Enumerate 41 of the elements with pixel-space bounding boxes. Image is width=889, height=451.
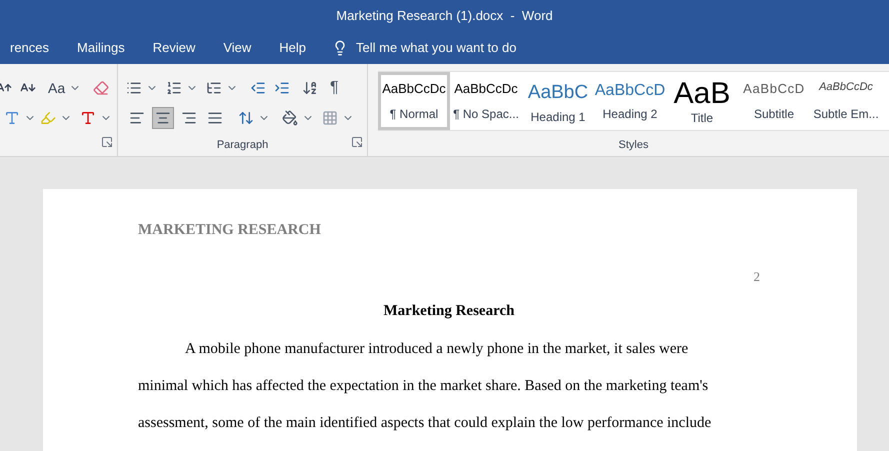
font-color-icon[interactable] (80, 110, 96, 126)
ribbon-tab[interactable]: Review (138, 32, 210, 64)
align-icon (207, 110, 223, 126)
ribbon-tab[interactable]: Mailings (63, 32, 139, 64)
body-paragraph: A mobile phone manufacturer introduced a newly phone in the market, it sales were minimal which has affected the expectation in the market share. Based on the marketing team's assessment, some of the main identified aspects that could explain the low performance include (138, 340, 712, 432)
style-gallery-item[interactable]: AaBbC Heading 1 (522, 72, 594, 130)
style-gallery-item[interactable]: AaBbCcD Heading 2 (594, 72, 666, 130)
style-gallery-item[interactable]: AaBbCcDc ¶ Normal (378, 72, 450, 130)
ribbon-tab[interactable]: Help (265, 32, 320, 64)
group-label: Paragraph (216, 138, 268, 152)
align-button[interactable] (152, 107, 174, 129)
group-label: Styles (618, 138, 648, 152)
line-spacing-icon[interactable] (238, 110, 254, 126)
ribbon-tab[interactable]: View (209, 32, 266, 64)
window-title: Marketing Research (1).docx - Word (336, 7, 553, 26)
document-title: Marketing Research (382, 302, 516, 320)
page-header: MARKETING RESEARCH (138, 221, 322, 240)
borders-icon[interactable] (322, 110, 338, 126)
sort-icon[interactable] (302, 80, 318, 96)
shading-icon[interactable] (282, 110, 298, 126)
ribbon-tab[interactable]: rences (0, 32, 64, 64)
style-gallery-item[interactable]: AaBbCcDc ¶ No Spac... (450, 72, 522, 130)
page-number: 2 (754, 268, 760, 286)
style-gallery-item[interactable]: AaBbCcDc Subtle Em... (810, 72, 882, 130)
dialog-launcher-icon[interactable] (351, 136, 363, 148)
dialog-launcher-icon[interactable] (101, 136, 113, 148)
align-icon (129, 110, 145, 126)
eraser-icon[interactable] (93, 80, 110, 96)
show-marks-button[interactable]: ¶ (330, 76, 339, 100)
tell-me-field[interactable]: Tell me what you want to do (356, 38, 556, 58)
align-icon (155, 110, 171, 126)
increase-indent-icon[interactable] (274, 80, 290, 96)
change-case-button[interactable]: Aa (48, 78, 66, 98)
decrease-indent-icon[interactable] (250, 80, 266, 96)
numbering-icon[interactable] (166, 80, 182, 96)
style-gallery-item[interactable]: AaB Title (666, 72, 738, 130)
multilevel-list-icon[interactable] (206, 80, 222, 96)
bullets-icon[interactable] (126, 80, 142, 96)
align-icon (181, 110, 197, 126)
text-effects-icon[interactable] (4, 110, 20, 126)
style-gallery-item[interactable]: AaBbCcD Subtitle (738, 72, 810, 130)
